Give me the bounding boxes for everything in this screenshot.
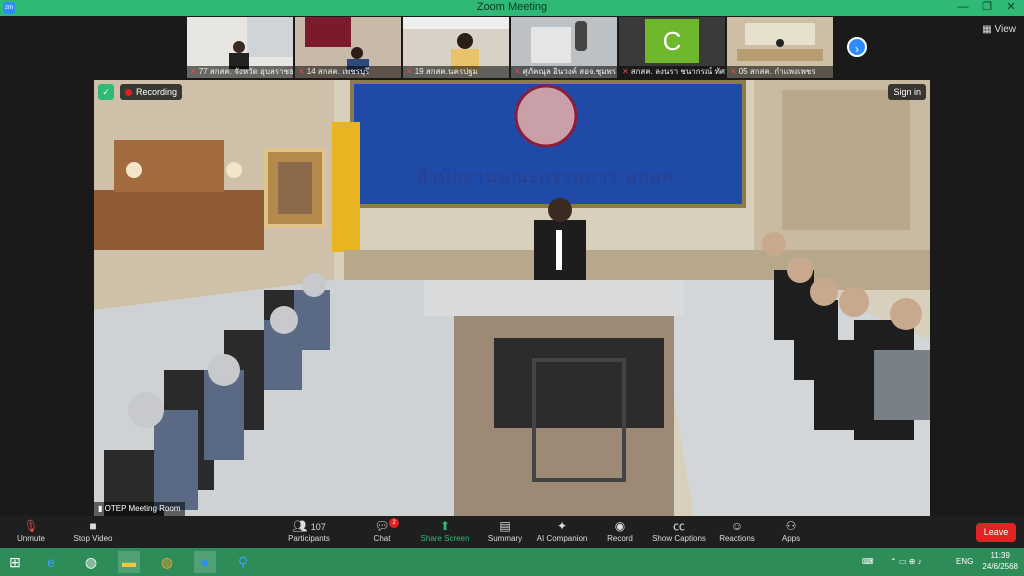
window-title: Zoom Meeting [476,1,548,13]
participant-name: 05 สกสค. กำแพงเพชร [738,67,816,76]
participants-icon: 👥︎ 107 [292,519,326,533]
recording-label: Recording [136,87,178,97]
stop-video-button[interactable]: ■ Stop Video [58,518,128,543]
participant-name: สกสค. ลงนรา ชนากรณ์ ทัศ... [630,67,725,76]
participant-thumb[interactable]: ✕ 19 สกสค.นครปฐม [403,17,509,78]
participants-label: Participants [288,534,330,543]
clock-date: 24/6/2568 [982,562,1018,571]
view-button[interactable]: ▦ View [982,24,1016,35]
backdrop-text: สำนักงานคณะกรรมการ สกสค. [416,167,682,188]
keyboard-icon[interactable]: ⌨ [862,557,874,566]
share-screen-label: Share Screen [420,534,470,543]
main-video: ✓ Recording Sign in สำนักงานคณะกรรมการ ส… [94,80,930,516]
ai-companion-label: AI Companion [536,534,588,543]
minimize-icon[interactable]: — [952,0,974,16]
zoom-taskbar-icon[interactable]: ● [194,551,216,573]
chat-badge: 2 [389,518,399,528]
participant-name: ศุภัคณุล อินวงค์ สอจ.ชุมพร [522,67,617,76]
window-titlebar: zm Zoom Meeting — ❐ ✕ [0,0,1024,16]
participant-thumb[interactable]: ✕ 14 สกสค. เพชรบุรี [295,17,401,78]
show-captions-label: Show Captions [652,534,706,543]
participant-thumb[interactable]: C ✕ สกสค. ลงนรา ชนากรณ์ ทัศ... [619,17,725,78]
sign-in-label: Sign in [893,87,921,97]
view-label: View [994,24,1017,35]
meeting-toolbar: 🎙︎ Unmute ■ Stop Video 👥︎ 107 Participants … [0,516,1024,548]
network-app-icon[interactable]: ⚲ [232,551,254,573]
recording-indicator[interactable]: Recording [120,84,183,100]
windows-taskbar: ⊞ e ◍ ▬ ◍ ● ⚲ ⌨ ⌃ ▭ ⊕ ♪ ENG 11:39 24/6/2… [0,548,1024,576]
windows-start-icon[interactable]: ⊞ [4,551,26,573]
chat-button[interactable]: 💬︎ 2 Chat [347,518,417,543]
chrome-canary-icon[interactable]: ◍ [156,551,178,573]
stop-video-label: Stop Video [73,534,113,543]
participants-button[interactable]: 👥︎ 107 Participants [274,518,344,543]
participant-thumbnails: ✕77 สกสค. จังหวัด อุบลราชธานี ✕14 สกสค. … [187,17,833,78]
encryption-shield-icon[interactable]: ✓ [98,84,114,100]
chat-icon: 💬︎ [374,519,390,533]
summary-label: Summary [487,534,523,543]
edge-browser-icon[interactable]: e [40,551,62,573]
participant-thumb[interactable]: ✕ ศุภัคณุล อินวงค์ สอจ.ชุมพร [511,17,617,78]
participant-thumb[interactable]: ✕77 สกสค. จังหวัด อุบลราชธานี [187,17,293,78]
sign-in-button[interactable]: Sign in [888,84,926,100]
record-label: Record [607,534,633,543]
chat-label: Chat [373,534,391,543]
maximize-icon[interactable]: ❐ [976,0,998,16]
participant-avatar: C [645,19,699,63]
language-indicator[interactable]: ENG [956,557,973,566]
participant-name: 19 สกสค.นครปฐม [414,67,478,76]
record-dot-icon [125,89,132,97]
leave-button[interactable]: Leave [976,523,1016,542]
clock-time: 11:39 [990,551,1010,560]
next-page-button[interactable]: › [847,37,867,57]
mic-muted-icon: 🎙︎ [23,519,39,533]
participant-name: 14 สกสค. เพชรบุรี [306,67,370,76]
chrome-icon[interactable]: ◍ [80,551,102,573]
apps-label: Apps [781,534,801,543]
participant-name: 77 สกสค. จังหวัด อุบลราชธานี [198,67,293,76]
meeting-room-scene [94,80,930,516]
apps-button[interactable]: ⚇ Apps [756,518,826,543]
speaker-name: OTEP Meeting Room [104,504,181,513]
file-explorer-icon[interactable]: ▬ [118,551,140,573]
close-icon[interactable]: ✕ [1000,0,1022,16]
participant-thumb[interactable]: ✕ 05 สกสค. กำแพงเพชร [727,17,833,78]
taskbar-clock[interactable]: 11:39 24/6/2568 [982,550,1018,572]
video-camera-icon: ■ [89,519,97,533]
apps-icon: ⚇ [785,519,797,533]
unmute-button[interactable]: 🎙︎ Unmute [0,518,66,543]
participants-count: 107 [310,522,326,532]
unmute-label: Unmute [16,534,45,543]
speaker-label: ▮ OTEP Meeting Room [94,502,185,516]
system-tray-icons[interactable]: ⌃ ▭ ⊕ ♪ [890,557,922,566]
reactions-label: Reactions [719,534,755,543]
